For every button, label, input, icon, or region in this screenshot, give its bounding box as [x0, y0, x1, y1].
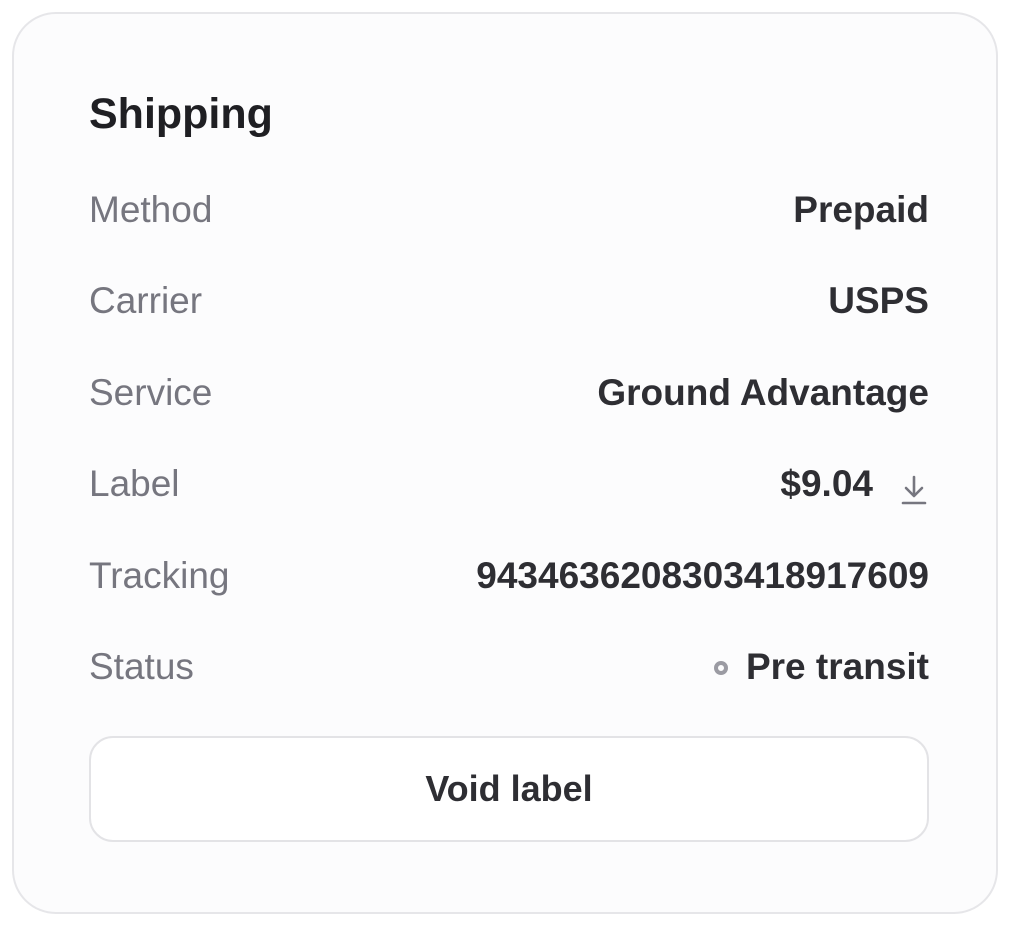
label-price: $9.04 [780, 463, 873, 504]
status-dot-icon [713, 661, 728, 675]
service-label: Service [89, 372, 213, 413]
tracking-label: Tracking [89, 555, 230, 596]
method-value: Prepaid [793, 189, 929, 230]
download-icon[interactable] [899, 467, 929, 505]
label-row: Label $9.04 [89, 456, 929, 512]
tracking-number[interactable]: 9434636208303418917609 [476, 548, 929, 604]
carrier-label: Carrier [89, 280, 203, 321]
status-label: Status [89, 646, 194, 687]
label-value-group: $9.04 [780, 456, 929, 512]
tracking-row: Tracking 9434636208303418917609 [89, 548, 929, 604]
method-row: Method Prepaid [89, 182, 929, 238]
status-text: Pre transit [745, 646, 929, 687]
card-title: Shipping [89, 90, 273, 138]
status-value-group: Pre transit [713, 639, 929, 695]
status-row: Status Pre transit [89, 639, 929, 695]
carrier-value: USPS [828, 280, 929, 321]
method-label: Method [89, 189, 213, 230]
shipping-card: Shipping Method Prepaid Carrier USPS Ser… [12, 12, 998, 914]
label-label: Label [89, 463, 180, 504]
void-label-button[interactable]: Void label [89, 736, 929, 842]
service-row: Service Ground Advantage [89, 365, 929, 421]
service-value: Ground Advantage [597, 372, 929, 413]
carrier-row: Carrier USPS [89, 273, 929, 329]
